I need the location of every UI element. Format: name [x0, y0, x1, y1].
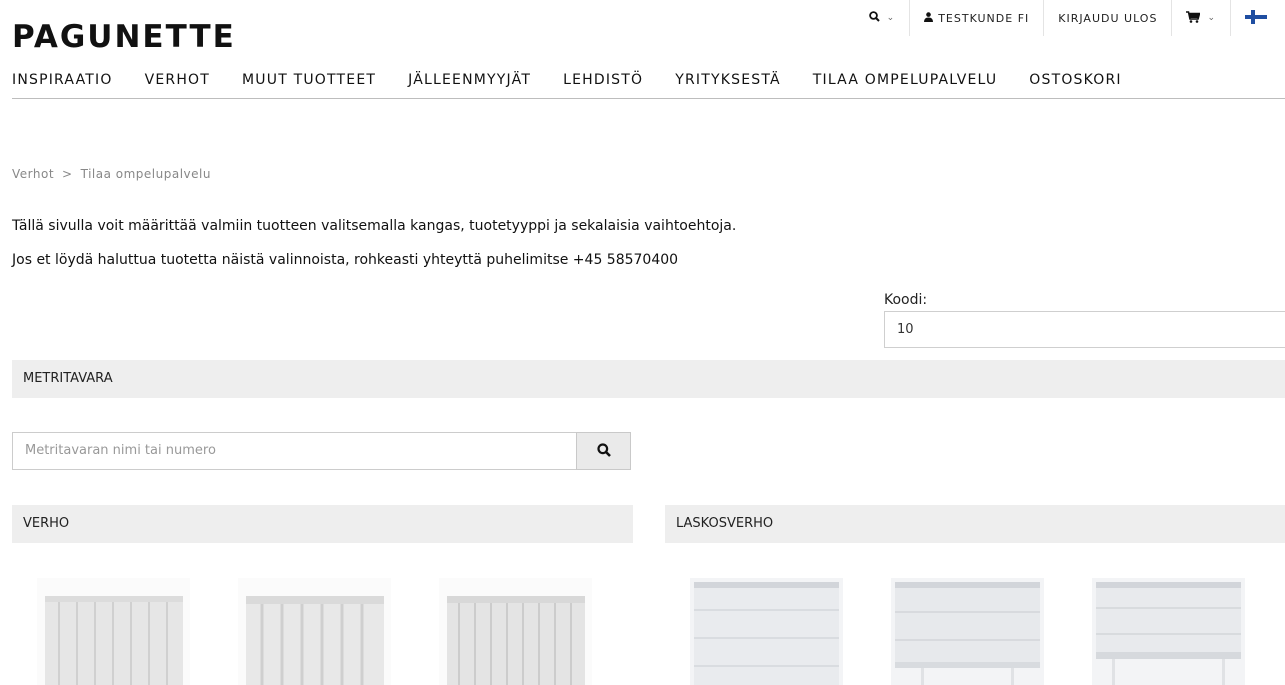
language-selector[interactable]: [1231, 0, 1285, 36]
product-thumb-verho-2[interactable]: [238, 578, 391, 685]
roman-blind-icon: [1092, 578, 1245, 685]
nav-item-lehdisto[interactable]: LEHDISTÖ: [563, 72, 643, 98]
roman-blind-icon: [690, 578, 843, 685]
section-header-verho: VERHO: [12, 505, 633, 543]
curtain-icon: [439, 578, 592, 685]
user-icon: [924, 11, 934, 25]
logo[interactable]: PAGUNETTE: [12, 22, 236, 53]
logout-label: KIRJAUDU ULOS: [1058, 11, 1158, 25]
finland-flag-icon: [1245, 9, 1267, 27]
nav-item-jalleenmyyjat[interactable]: JÄLLEENMYYJÄT: [408, 72, 531, 98]
section-header-laskosverho: LASKOSVERHO: [665, 505, 1285, 543]
curtain-icon: [37, 578, 190, 685]
breadcrumb-link-verhot[interactable]: Verhot: [12, 167, 54, 181]
section-header-metritavara: METRITAVARA: [12, 360, 1285, 398]
nav-item-ostoskori[interactable]: OSTOSKORI: [1029, 72, 1121, 98]
roman-blind-icon: [891, 578, 1044, 685]
chevron-down-icon: ⌄: [1207, 13, 1216, 23]
product-thumb-laskosverho-3[interactable]: [1092, 578, 1245, 685]
breadcrumb: Verhot > Tilaa ompelupalvelu: [12, 167, 211, 181]
product-thumb-verho-3[interactable]: [439, 578, 592, 685]
product-thumb-verho-1[interactable]: [37, 578, 190, 685]
breadcrumb-separator: >: [62, 167, 73, 181]
top-utility-bar: ⌄ TESTKUNDE FI KIRJAUDU ULOS ⌄: [855, 0, 1285, 36]
fabric-search-input[interactable]: Metritavaran nimi tai numero: [12, 432, 577, 470]
search-toggle[interactable]: ⌄: [855, 0, 911, 36]
nav-item-tilaa-ompelupalvelu[interactable]: TILAA OMPELUPALVELU: [813, 72, 998, 98]
chevron-down-icon: ⌄: [886, 13, 896, 23]
nav-item-muut-tuotteet[interactable]: MUUT TUOTTEET: [242, 72, 376, 98]
product-thumb-laskosverho-1[interactable]: [690, 578, 843, 685]
breadcrumb-current: Tilaa ompelupalvelu: [80, 167, 211, 181]
nav-item-inspiraatio[interactable]: INSPIRAATIO: [12, 72, 113, 98]
intro-text-line-2: Jos et löydä haluttua tuotetta näistä va…: [12, 252, 679, 268]
search-icon: [868, 11, 880, 25]
cart-toggle[interactable]: ⌄: [1172, 0, 1231, 36]
fabric-search-button[interactable]: [576, 432, 631, 470]
code-input[interactable]: 10: [884, 311, 1285, 348]
cart-icon: [1186, 10, 1202, 26]
main-navigation: INSPIRAATIO VERHOT MUUT TUOTTEET JÄLLEEN…: [12, 72, 1285, 99]
user-account-link[interactable]: TESTKUNDE FI: [910, 0, 1045, 36]
code-label: Koodi:: [884, 292, 928, 308]
intro-text-line-1: Tällä sivulla voit määrittää valmiin tuo…: [12, 218, 737, 234]
nav-item-yrityksesta[interactable]: YRITYKSESTÄ: [675, 72, 781, 98]
nav-item-verhot[interactable]: VERHOT: [145, 72, 210, 98]
user-name: TESTKUNDE FI: [938, 11, 1030, 25]
logout-link[interactable]: KIRJAUDU ULOS: [1044, 0, 1173, 36]
curtain-icon: [238, 578, 391, 685]
search-icon: [596, 442, 611, 461]
product-thumb-laskosverho-2[interactable]: [891, 578, 1044, 685]
